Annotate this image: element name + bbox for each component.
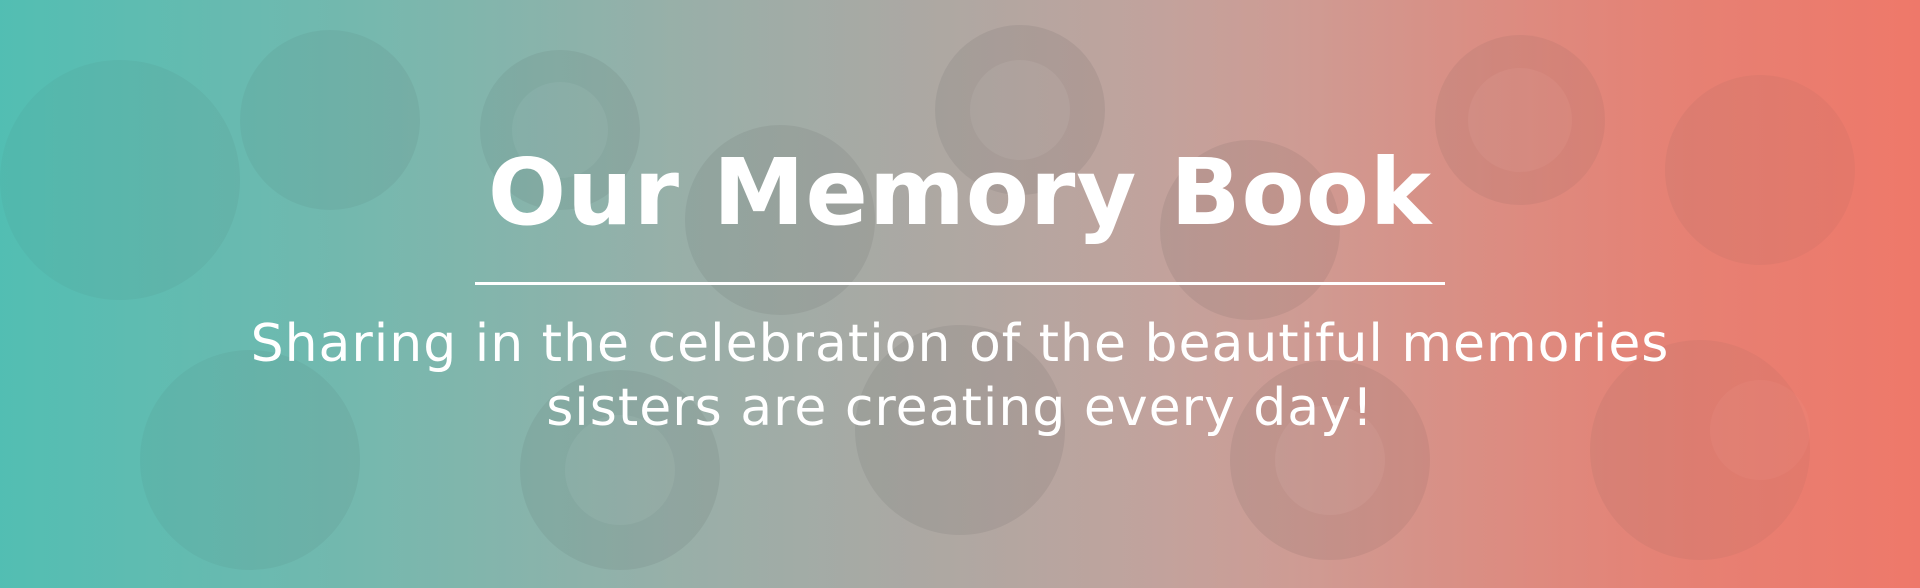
- title-divider: [475, 282, 1445, 285]
- hero-content: Our Memory Book Sharing in the celebrati…: [0, 0, 1920, 588]
- subtitle-line-1: Sharing in the celebration of the beauti…: [250, 314, 1670, 374]
- subtitle-line-2: sisters are creating every day!: [546, 378, 1374, 438]
- hero-subtitle: Sharing in the celebration of the beauti…: [160, 312, 1760, 440]
- page-title: Our Memory Book: [487, 139, 1433, 246]
- memory-book-hero-banner: Our Memory Book Sharing in the celebrati…: [0, 0, 1920, 588]
